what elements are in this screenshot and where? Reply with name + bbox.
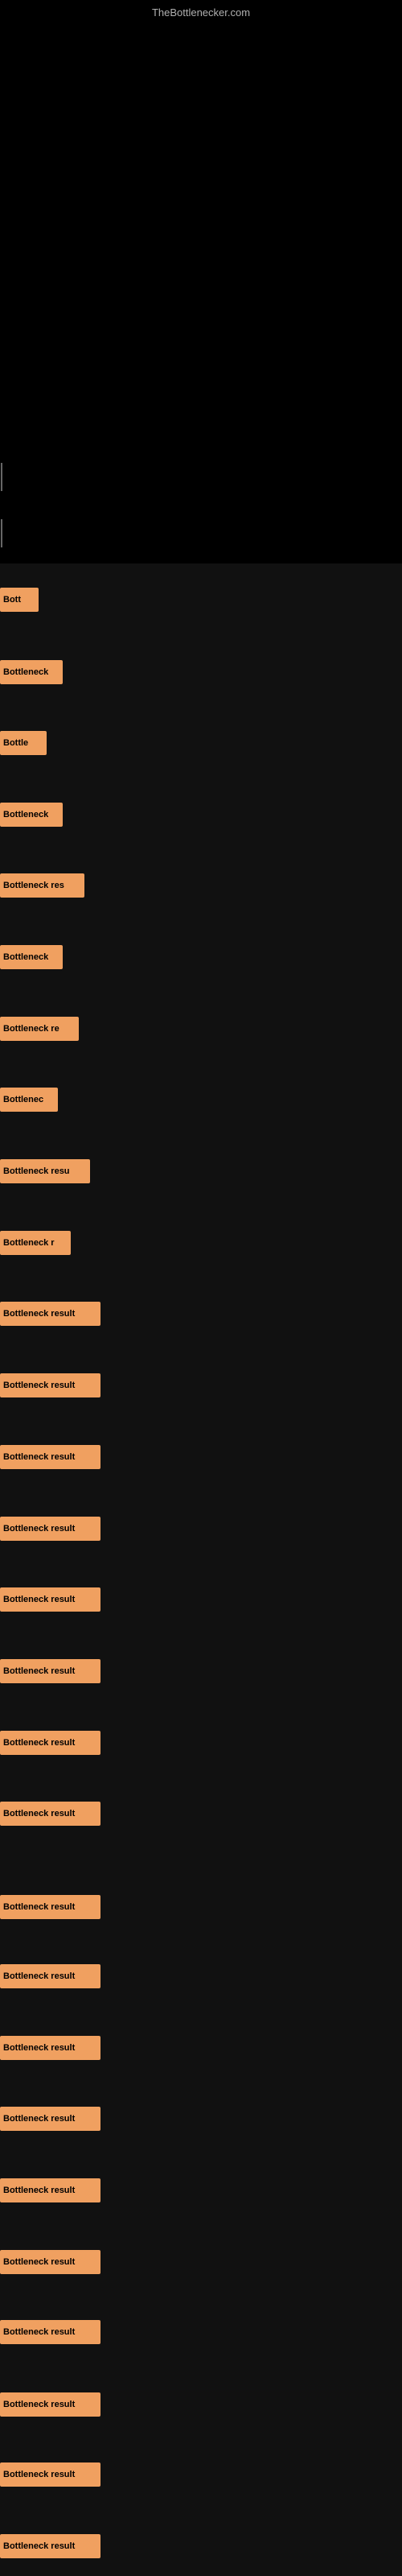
bottleneck-result-label: Bottleneck result (3, 1381, 75, 1390)
bottleneck-result-label: Bottleneck result (3, 1595, 75, 1604)
bottleneck-result-item: Bottle (0, 731, 47, 755)
bottleneck-result-label: Bottleneck result (3, 2327, 75, 2337)
chart-background (0, 0, 402, 564)
bottleneck-result-label: Bottleneck re (3, 1024, 59, 1034)
bottleneck-result-label: Bottleneck result (3, 1666, 75, 1676)
bottleneck-result-item: Bottleneck re (0, 1017, 79, 1041)
bottleneck-result-label: Bottleneck result (3, 2541, 75, 2551)
bottleneck-result-label: Bottleneck result (3, 1738, 75, 1748)
bottleneck-result-item: Bottleneck result (0, 2107, 100, 2131)
bottleneck-result-item: Bott (0, 588, 39, 612)
vertical-indicator-1 (1, 463, 2, 491)
bottleneck-result-label: Bottlenec (3, 1095, 43, 1104)
bottleneck-result-label: Bott (3, 595, 21, 605)
bottleneck-result-label: Bottleneck result (3, 2114, 75, 2124)
bottleneck-result-item: Bottleneck result (0, 2462, 100, 2487)
bottleneck-result-label: Bottleneck result (3, 1452, 75, 1462)
bottleneck-result-item: Bottleneck resu (0, 1159, 90, 1183)
bottleneck-result-item: Bottleneck (0, 945, 63, 969)
bottleneck-result-item: Bottleneck result (0, 1802, 100, 1826)
site-title: TheBottlenecker.com (0, 6, 402, 19)
bottleneck-result-item: Bottleneck r (0, 1231, 71, 1255)
bottleneck-result-item: Bottleneck res (0, 873, 84, 898)
bottleneck-result-label: Bottleneck result (3, 1524, 75, 1534)
bottleneck-result-item: Bottleneck result (0, 2178, 100, 2202)
bottleneck-result-label: Bottleneck result (3, 2400, 75, 2409)
bottleneck-result-label: Bottleneck result (3, 2257, 75, 2267)
bottleneck-result-label: Bottleneck (3, 810, 48, 819)
bottleneck-result-item: Bottleneck result (0, 1964, 100, 1988)
bottleneck-result-item: Bottleneck result (0, 2250, 100, 2274)
page-background (0, 564, 402, 2576)
bottleneck-result-item: Bottleneck (0, 660, 63, 684)
bottleneck-result-label: Bottleneck res (3, 881, 64, 890)
bottleneck-result-label: Bottleneck (3, 667, 48, 677)
bottleneck-result-label: Bottleneck result (3, 2186, 75, 2195)
bottleneck-result-label: Bottleneck result (3, 1971, 75, 1981)
bottleneck-result-label: Bottleneck resu (3, 1166, 70, 1176)
bottleneck-result-item: Bottleneck result (0, 1659, 100, 1683)
bottleneck-result-item: Bottleneck result (0, 2392, 100, 2417)
bottleneck-result-label: Bottleneck result (3, 2043, 75, 2053)
vertical-indicator-2 (1, 519, 2, 547)
bottleneck-result-item: Bottleneck result (0, 1587, 100, 1612)
bottleneck-result-label: Bottle (3, 738, 28, 748)
bottleneck-result-item: Bottleneck (0, 803, 63, 827)
bottleneck-result-item: Bottleneck result (0, 2036, 100, 2060)
bottleneck-result-item: Bottleneck result (0, 1445, 100, 1469)
bottleneck-result-item: Bottleneck result (0, 1517, 100, 1541)
bottleneck-result-item: Bottlenec (0, 1088, 58, 1112)
bottleneck-result-item: Bottleneck result (0, 2320, 100, 2344)
bottleneck-result-item: Bottleneck result (0, 1731, 100, 1755)
bottleneck-result-item: Bottleneck result (0, 1302, 100, 1326)
bottleneck-result-label: Bottleneck result (3, 1809, 75, 1818)
bottleneck-result-item: Bottleneck result (0, 1373, 100, 1397)
bottleneck-result-label: Bottleneck result (3, 2470, 75, 2479)
bottleneck-result-label: Bottleneck (3, 952, 48, 962)
bottleneck-result-label: Bottleneck result (3, 1309, 75, 1319)
bottleneck-result-label: Bottleneck result (3, 1902, 75, 1912)
bottleneck-result-item: Bottleneck result (0, 1895, 100, 1919)
bottleneck-result-item: Bottleneck result (0, 2534, 100, 2558)
bottleneck-result-label: Bottleneck r (3, 1238, 55, 1248)
